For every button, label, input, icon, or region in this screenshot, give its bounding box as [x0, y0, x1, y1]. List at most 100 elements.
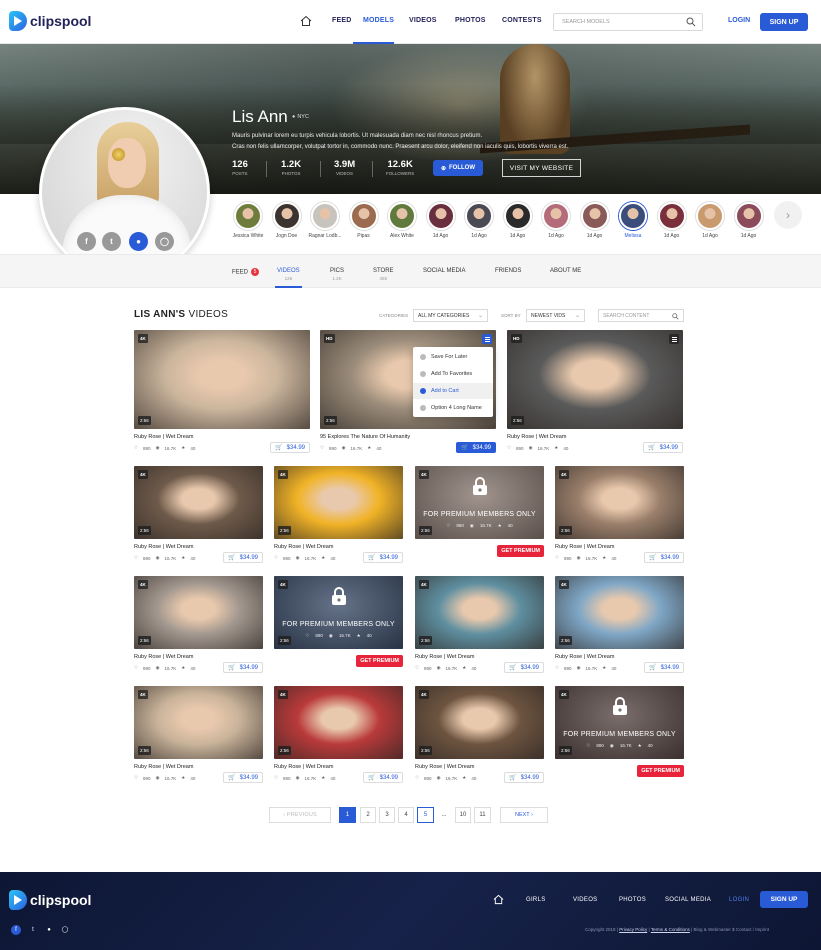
tab-about-me[interactable]: ABOUT ME: [550, 268, 581, 274]
terms-link[interactable]: Terms & Conditions: [651, 927, 690, 932]
video-thumbnail[interactable]: 4K 2:56: [134, 466, 263, 539]
categories-select[interactable]: ALL MY CATEGORIES ⌄: [413, 309, 488, 322]
video-title[interactable]: 95 Explores The Nature Of Humanity: [320, 434, 410, 440]
site-logo[interactable]: clipspool: [9, 11, 91, 31]
nav-contests[interactable]: CONTESTS: [502, 17, 542, 24]
menu-add-to-cart[interactable]: Add to Cart: [413, 383, 493, 399]
footer-nav-girls[interactable]: GIRLS: [526, 897, 546, 903]
video-title[interactable]: Ruby Rose | Wet Dream: [274, 544, 333, 550]
video-card[interactable]: FOR PREMIUM MEMBERS ONLY ♡ 890 ◉ 16.7K ★ 40 4K 2…: [555, 686, 684, 795]
video-card[interactable]: 4K 2:56 Ruby Rose | Wet Dream ♡ 890 ◉ 16.7K ★ 40…: [415, 576, 544, 685]
get-premium-button[interactable]: GET PREMIUM: [356, 655, 403, 667]
video-title[interactable]: Ruby Rose | Wet Dream: [415, 654, 474, 660]
search-icon[interactable]: [686, 17, 696, 27]
tab-feed[interactable]: FEED 5: [232, 268, 260, 276]
video-thumbnail[interactable]: 4K 2:56: [555, 576, 684, 649]
facebook-icon[interactable]: f: [11, 925, 21, 935]
signup-button[interactable]: SIGN UP: [760, 13, 808, 31]
video-card[interactable]: FOR PREMIUM MEMBERS ONLY ♡ 890 ◉ 16.7K ★ 40 4K 2…: [274, 576, 403, 685]
twitter-icon[interactable]: t: [28, 925, 38, 935]
video-card[interactable]: HD 2:56 Ruby Rose | Wet Dream ♡ 890 ◉ 16.7K ★ 40…: [507, 330, 683, 465]
nav-feed[interactable]: FEED: [332, 17, 351, 24]
friend-item[interactable]: 1d Ago: [732, 202, 766, 239]
menu-option-4[interactable]: Option 4 Long Name: [413, 400, 493, 416]
video-title[interactable]: Ruby Rose | Wet Dream: [555, 544, 614, 550]
get-premium-button[interactable]: GET PREMIUM: [497, 545, 544, 557]
home-icon[interactable]: [300, 15, 312, 27]
nav-models[interactable]: MODELS: [363, 17, 394, 24]
profile-avatar[interactable]: [39, 107, 210, 278]
footer-signup-button[interactable]: SIGN UP: [760, 891, 808, 908]
facebook-icon[interactable]: f: [77, 232, 96, 251]
menu-icon[interactable]: [482, 334, 492, 344]
video-card[interactable]: 4K 2:56 Ruby Rose | Wet Dream ♡ 890 ◉ 16.7K ★ 40…: [134, 330, 310, 465]
heart-icon[interactable]: ♡: [134, 445, 138, 451]
video-card[interactable]: 4K 2:56 Ruby Rose | Wet Dream ♡ 890 ◉ 16.7K ★ 40…: [134, 576, 263, 685]
friends-next-button[interactable]: ›: [774, 201, 802, 229]
video-thumbnail[interactable]: 4K 2:56: [134, 686, 263, 759]
sort-select[interactable]: NEWEST VIDS ⌄: [526, 309, 585, 322]
heart-icon[interactable]: ♡: [274, 555, 278, 561]
home-icon[interactable]: [493, 894, 504, 905]
friend-item[interactable]: 1d Ago: [501, 202, 535, 239]
video-card[interactable]: 4K 2:56 Ruby Rose | Wet Dream ♡ 890 ◉ 16.7K ★ 40…: [555, 576, 684, 685]
heart-icon[interactable]: ♡: [134, 555, 138, 561]
friend-item[interactable]: Alex White: [385, 202, 419, 239]
price-button[interactable]: 🛒 $34.99: [223, 552, 263, 563]
price-button[interactable]: 🛒 $34.99: [223, 662, 263, 673]
price-button[interactable]: 🛒 $34.99: [270, 442, 310, 453]
heart-icon[interactable]: ♡: [274, 775, 278, 781]
friend-item[interactable]: 1d Ago: [578, 202, 612, 239]
footer-nav-photos[interactable]: PHOTOS: [619, 897, 646, 903]
friend-item[interactable]: 1d Ago: [655, 202, 689, 239]
video-title[interactable]: Ruby Rose | Wet Dream: [507, 434, 566, 440]
video-title[interactable]: Ruby Rose | Wet Dream: [134, 544, 193, 550]
video-card[interactable]: 4K 2:56 Ruby Rose | Wet Dream ♡ 890 ◉ 16.7K ★ 40…: [134, 686, 263, 795]
tab-social-media[interactable]: SOCIAL MEDIA: [423, 268, 465, 274]
privacy-policy-link[interactable]: Privacy Policy: [619, 927, 647, 932]
notification-bell-icon[interactable]: ●: [44, 925, 54, 935]
nav-photos[interactable]: PHOTOS: [455, 17, 486, 24]
heart-icon[interactable]: ♡: [507, 445, 511, 451]
follow-button[interactable]: ⊕ FOLLOW: [433, 160, 483, 176]
footer-logo[interactable]: clipspool: [9, 890, 91, 910]
nav-videos[interactable]: VIDEOS: [409, 17, 437, 24]
menu-icon[interactable]: [669, 334, 679, 344]
video-thumbnail[interactable]: 4K 2:56: [134, 330, 310, 429]
pagination-previous[interactable]: ‹ PREVIOUS: [269, 807, 331, 823]
price-button[interactable]: 🛒 $34.99: [644, 552, 684, 563]
video-title[interactable]: Ruby Rose | Wet Dream: [134, 654, 193, 660]
search-icon[interactable]: [672, 313, 679, 320]
footer-nav-social-media[interactable]: SOCIAL MEDIA: [665, 897, 711, 903]
video-thumbnail[interactable]: 4K 2:56: [415, 686, 544, 759]
video-thumbnail[interactable]: 4K 2:56: [555, 466, 684, 539]
instagram-icon[interactable]: ◯: [60, 925, 70, 935]
heart-icon[interactable]: ♡: [134, 775, 138, 781]
page-11[interactable]: 11: [474, 807, 491, 823]
search-content-input[interactable]: SEARCH CONTENT: [598, 309, 684, 322]
price-button[interactable]: 🛒 $34.99: [456, 442, 496, 453]
instagram-icon[interactable]: ◯: [155, 232, 174, 251]
friend-item[interactable]: Melissa: [616, 202, 650, 239]
friend-item[interactable]: 1d Ago: [539, 202, 573, 239]
pagination-next[interactable]: NEXT ›: [500, 807, 548, 823]
price-button[interactable]: 🛒 $34.99: [643, 442, 683, 453]
page-5[interactable]: 5: [417, 807, 434, 823]
heart-icon[interactable]: ♡: [320, 445, 324, 451]
page-3[interactable]: 3: [379, 807, 395, 823]
twitter-icon[interactable]: t: [102, 232, 121, 251]
heart-icon[interactable]: ♡: [415, 775, 419, 781]
friend-item[interactable]: 1d Ago: [424, 202, 458, 239]
friend-item[interactable]: Jessica White: [231, 202, 265, 239]
friend-item[interactable]: Jogn Doe: [270, 202, 304, 239]
visit-website-button[interactable]: VISIT MY WEBSITE: [502, 159, 581, 177]
video-card[interactable]: 4K 2:56 Ruby Rose | Wet Dream ♡ 890 ◉ 16.7K ★ 40…: [274, 466, 403, 575]
heart-icon[interactable]: ♡: [415, 665, 419, 671]
tab-pics[interactable]: PICS 1.2K: [330, 268, 344, 281]
price-button[interactable]: 🛒 $34.99: [644, 662, 684, 673]
get-premium-button[interactable]: GET PREMIUM: [637, 765, 684, 777]
menu-save-later[interactable]: Save For Later: [413, 349, 493, 365]
video-card[interactable]: FOR PREMIUM MEMBERS ONLY ♡ 890 ◉ 16.7K ★ 40 4K 2…: [415, 466, 544, 575]
video-thumbnail[interactable]: 4K 2:56: [134, 576, 263, 649]
footer-login[interactable]: LOGIN: [729, 897, 749, 903]
